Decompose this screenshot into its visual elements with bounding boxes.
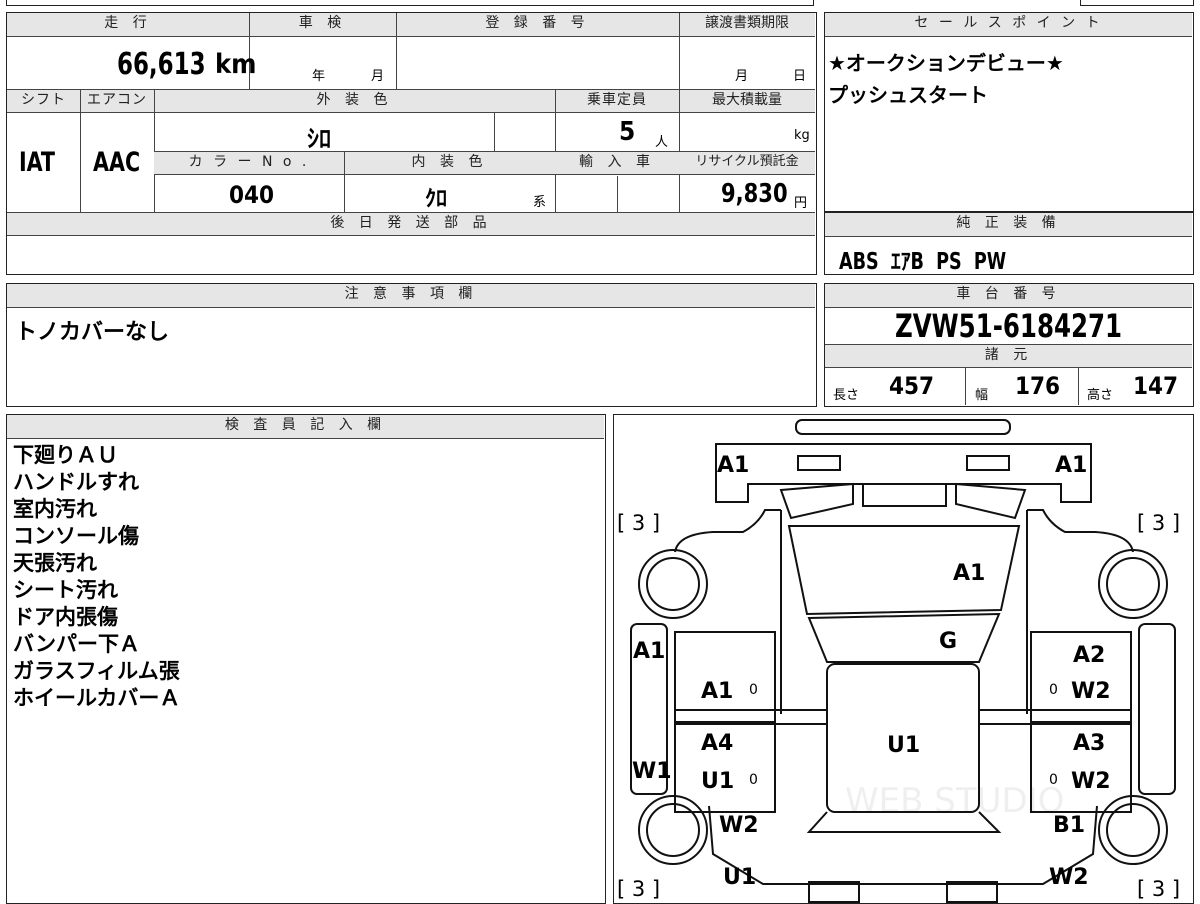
capacity-unit: 人	[655, 135, 669, 150]
inspection-month-unit: 月	[371, 69, 385, 84]
label-door-rr-top: A3	[1073, 731, 1105, 756]
label-door-fl: A1	[701, 679, 733, 704]
max-load-header: 最大積載量	[679, 90, 815, 113]
factory-equipment-value: ABS ｴｱB PS PW	[839, 249, 1007, 275]
width-value: 176	[1015, 372, 1061, 400]
inspector-note: シート汚れ	[13, 578, 118, 602]
car-diagram: WEB STUDIO A1 A1 [ 3 ] [ 3 ] A1 G A1 A1 …	[617, 418, 1180, 903]
notes-value: トノカバーなし	[15, 320, 170, 345]
interior-color-value: ｸﾛ	[425, 187, 448, 212]
inspector-note: ガラスフィルム張	[13, 659, 180, 683]
label-door-rr: W2	[1071, 769, 1111, 794]
notes-header: 注 意 事 項 欄	[7, 284, 815, 308]
length-value: 457	[889, 372, 935, 400]
top-strip-right	[1080, 0, 1194, 6]
watermark-text: WEB STUDIO	[845, 781, 1064, 821]
height-value: 147	[1133, 372, 1179, 400]
inspector-note: ホイールカバーＡ	[13, 686, 181, 710]
chassis-value: ZVW51-6184271	[895, 307, 1123, 345]
label-quarter-right: B1	[1053, 813, 1085, 838]
label-hood: A1	[953, 561, 985, 586]
inspector-box: 検 査 員 記 入 欄 下廻りＡＵ ハンドルすれ 室内汚れ コンソール傷 天張汚…	[6, 414, 606, 904]
label-fender-left: A1	[633, 639, 665, 664]
vehicle-info-table: 走 行 車 検 登 録 番 号 譲渡書類期限 66,613 km 年 月 月 日…	[6, 12, 817, 275]
label-door-rl-n: 0	[749, 772, 758, 788]
inspector-note: バンパー下Ａ	[13, 632, 141, 656]
length-label: 長さ	[833, 388, 860, 403]
inspection-year-unit: 年	[312, 69, 326, 84]
interior-color-header: 内 装 色	[344, 152, 555, 175]
mileage-value: 66,613	[117, 47, 206, 82]
deadline-day-unit: 日	[793, 69, 807, 84]
recycle-fee-value: 9,830	[721, 179, 788, 209]
label-fender-right: A2	[1073, 643, 1105, 668]
label-quarter-left: W2	[719, 813, 759, 838]
capacity-value: 5	[619, 117, 636, 147]
aircon-header: エアコン	[80, 90, 154, 113]
label-sill-left: W1	[632, 759, 672, 784]
registration-header: 登 録 番 号	[396, 13, 679, 37]
label-windshield: G	[939, 629, 957, 654]
interior-color-unit: 系	[533, 195, 547, 210]
exterior-color-value: ｼﾛ	[307, 125, 331, 153]
label-door-fr-n: 0	[1049, 682, 1058, 698]
specs-header: 諸 元	[825, 345, 1192, 368]
label-door-fl-n: 0	[749, 682, 758, 698]
shift-header: シフト	[7, 90, 80, 113]
sales-point-header: セ ー ル ス ポ イ ン ト	[825, 13, 1192, 37]
label-tire-rl: [ 3 ]	[617, 877, 660, 901]
chassis-box: 車 台 番 号 ZVW51-6184271 諸 元 長さ 457 幅 176 高…	[824, 283, 1194, 407]
inspector-notes-list: 下廻りＡＵ ハンドルすれ 室内汚れ コンソール傷 天張汚れ シート汚れ ドア内張…	[13, 442, 180, 712]
mileage-unit: km	[215, 49, 257, 80]
sales-point-line-2: プッシュスタート	[828, 83, 988, 107]
mileage-header: 走 行	[7, 13, 249, 37]
factory-equipment-box: 純 正 装 備 ABS ｴｱB PS PW	[824, 212, 1194, 275]
label-tire-rr: [ 3 ]	[1137, 877, 1180, 901]
max-load-unit: kg	[794, 128, 810, 143]
width-label: 幅	[975, 388, 989, 403]
inspector-header: 検 査 員 記 入 欄	[7, 415, 604, 439]
deadline-month-unit: 月	[735, 69, 749, 84]
label-tire-fl: [ 3 ]	[617, 511, 660, 535]
capacity-header: 乗車定員	[555, 90, 679, 113]
height-label: 高さ	[1087, 388, 1114, 403]
label-rear-right: W2	[1049, 865, 1089, 890]
sales-point-box: セ ー ル ス ポ イ ン ト ★オークションデビュー★ プッシュスタート	[824, 12, 1194, 212]
label-door-rr-n: 0	[1049, 772, 1058, 788]
label-door-rl: U1	[701, 769, 734, 794]
inspector-note: コンソール傷	[13, 524, 139, 548]
exterior-color-header: 外 装 色	[154, 90, 555, 113]
label-door-fr: W2	[1071, 679, 1111, 704]
inspector-note: 下廻りＡＵ	[13, 443, 118, 467]
car-diagram-box: WEB STUDIO A1 A1 [ 3 ] [ 3 ] A1 G A1 A1 …	[613, 414, 1194, 904]
transfer-deadline-header: 譲渡書類期限	[679, 13, 815, 37]
label-front-right: A1	[1055, 453, 1087, 478]
label-roof: U1	[887, 733, 920, 758]
label-tire-fr: [ 3 ]	[1137, 511, 1180, 535]
notes-box: 注 意 事 項 欄 トノカバーなし	[6, 283, 817, 407]
label-rear-left: U1	[723, 865, 756, 890]
inspector-note: ドア内張傷	[13, 605, 118, 629]
inspection-header: 車 検	[249, 13, 396, 37]
shift-value: IAT	[19, 147, 55, 178]
label-door-rl-top: A4	[701, 731, 733, 756]
sales-point-line-1: ★オークションデビュー★	[828, 51, 1064, 75]
factory-equipment-header: 純 正 装 備	[825, 213, 1192, 237]
inspector-note: 室内汚れ	[13, 497, 97, 521]
import-header: 輸 入 車	[555, 152, 679, 175]
chassis-header: 車 台 番 号	[825, 284, 1192, 308]
inspector-note: 天張汚れ	[13, 551, 97, 575]
recycle-header: リサイクル預託金	[679, 152, 815, 175]
color-no-header: カ ラ ー N o .	[154, 152, 344, 175]
recycle-fee-unit: 円	[794, 196, 808, 211]
label-front-left: A1	[717, 453, 749, 478]
inspector-note: ハンドルすれ	[13, 470, 139, 494]
color-no-value: 040	[229, 181, 275, 209]
later-parts-header: 後 日 発 送 部 品	[7, 213, 815, 236]
aircon-value: AAC	[93, 147, 141, 178]
top-strip	[6, 0, 814, 6]
